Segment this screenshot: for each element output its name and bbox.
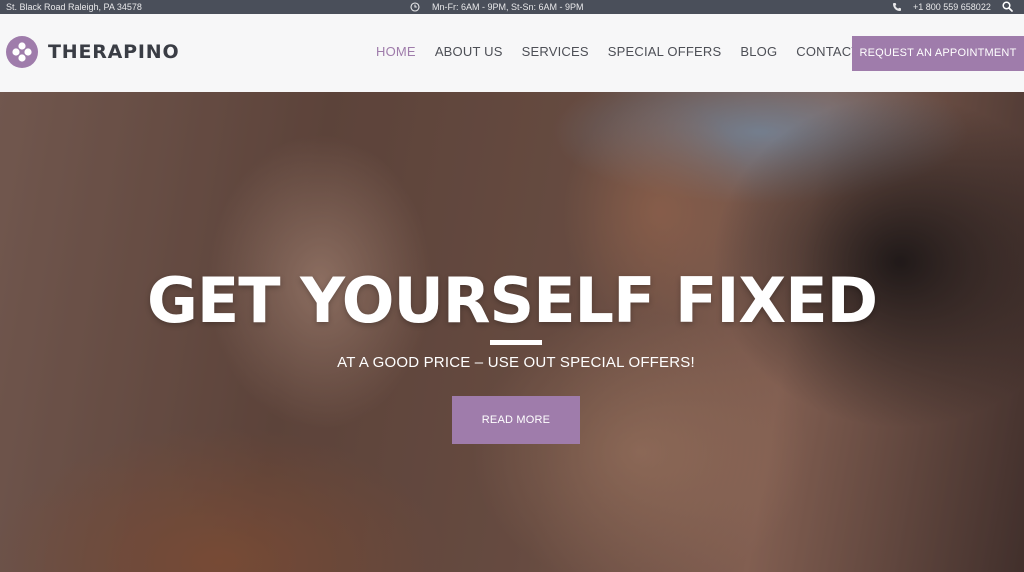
- address-text: St. Black Road Raleigh, PA 34578: [6, 2, 142, 12]
- phone-number[interactable]: +1 800 559 658022: [913, 0, 991, 14]
- main-nav: HOME ABOUT US SERVICES SPECIAL OFFERS BL…: [376, 44, 887, 59]
- nav-item-home[interactable]: HOME: [376, 44, 416, 59]
- hero-subtitle: AT A GOOD PRICE – USE OUT SPECIAL OFFERS…: [337, 354, 695, 371]
- top-info-bar: St. Black Road Raleigh, PA 34578 Mn-Fr: …: [0, 0, 1024, 14]
- logo-icon: [6, 36, 38, 68]
- clock-icon: [410, 2, 420, 12]
- nav-item-blog[interactable]: BLOG: [740, 44, 777, 59]
- nav-item-services[interactable]: SERVICES: [522, 44, 589, 59]
- hours-info: Mn-Fr: 6AM - 9PM, St-Sn: 6AM - 9PM: [410, 0, 584, 14]
- site-logo[interactable]: THERAPINO: [6, 36, 179, 68]
- phone-icon: [893, 3, 901, 11]
- logo-text: THERAPINO: [48, 41, 180, 63]
- read-more-button[interactable]: READ MORE: [452, 396, 580, 444]
- hero-banner: GET YOURSELF FIXED AT A GOOD PRICE – USE…: [0, 92, 1024, 572]
- nav-item-about-us[interactable]: ABOUT US: [435, 44, 503, 59]
- search-icon[interactable]: [1002, 1, 1013, 12]
- hero-title: GET YOURSELF FIXED: [146, 264, 878, 337]
- phone-info[interactable]: +1 800 559 658022: [892, 0, 991, 14]
- site-header: THERAPINO HOME ABOUT US SERVICES SPECIAL…: [0, 14, 1024, 92]
- hours-text: Mn-Fr: 6AM - 9PM, St-Sn: 6AM - 9PM: [432, 2, 584, 12]
- nav-item-special-offers[interactable]: SPECIAL OFFERS: [608, 44, 722, 59]
- hero-divider: [490, 340, 542, 345]
- request-appointment-button[interactable]: REQUEST AN APPOINTMENT: [852, 36, 1024, 71]
